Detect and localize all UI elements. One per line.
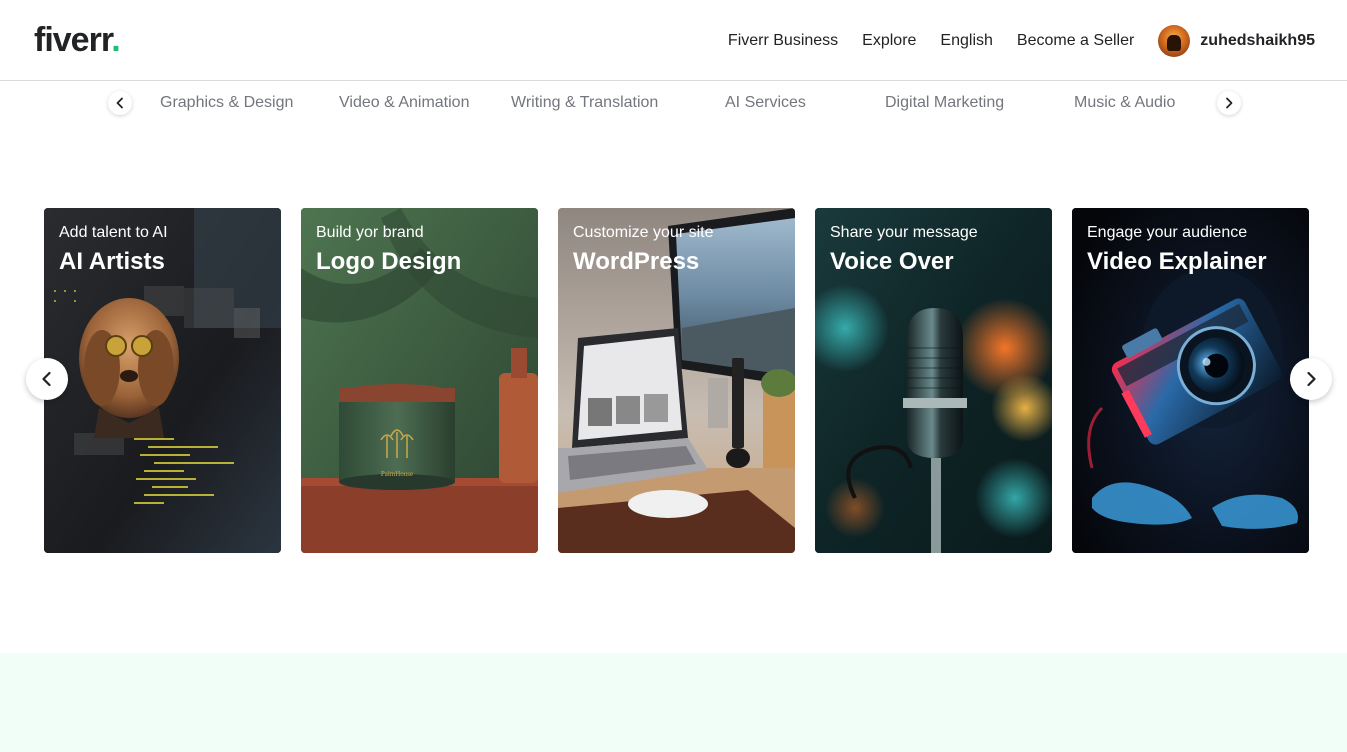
card-subtitle: Build yor brand [316, 224, 424, 241]
service-card-wordpress[interactable]: Customize your site WordPress [558, 208, 795, 553]
card-title: Logo Design [316, 248, 462, 275]
svg-text:PalmHouse: PalmHouse [381, 470, 413, 478]
card-title: Video Explainer [1087, 248, 1267, 275]
category-next-button[interactable] [1217, 91, 1241, 115]
username: zuhedshaikh95 [1200, 32, 1315, 49]
chevron-left-icon [42, 371, 51, 387]
top-header: fiverr. Fiverr Business Explore English … [0, 0, 1347, 81]
category-digital-marketing[interactable]: Digital Marketing [885, 93, 1004, 113]
next-section-band [0, 653, 1347, 752]
card-subtitle: Customize your site [573, 224, 714, 241]
nav-become-seller[interactable]: Become a Seller [1017, 32, 1134, 50]
category-video-animation[interactable]: Video & Animation [339, 93, 469, 113]
nav-fiverr-business[interactable]: Fiverr Business [728, 32, 838, 50]
nav-explore[interactable]: Explore [862, 32, 916, 50]
category-music-audio[interactable]: Music & Audio [1074, 93, 1175, 113]
card-subtitle: Engage your audience [1087, 224, 1248, 241]
logo-dot: . [111, 21, 121, 59]
carousel-next-button[interactable] [1290, 358, 1332, 400]
popular-services-carousel: Add talent to AI AI Artists PalmHouse Bu… [0, 208, 1347, 553]
top-nav: Fiverr Business Explore English Become a… [728, 24, 1315, 58]
category-bar: Graphics & Design Video & Animation Writ… [0, 82, 1347, 124]
category-writing-translation[interactable]: Writing & Translation [511, 93, 658, 113]
service-card-ai-artists[interactable]: Add talent to AI AI Artists [44, 208, 281, 553]
service-card-video-explainer[interactable]: Engage your audience Video Explainer [1072, 208, 1309, 553]
fiverr-logo[interactable]: fiverr. [34, 20, 121, 60]
card-subtitle: Share your message [830, 224, 978, 241]
logo-text: fiverr [34, 21, 112, 59]
card-subtitle: Add talent to AI [59, 224, 168, 241]
chevron-right-icon [1307, 371, 1316, 387]
chevron-right-icon [1226, 97, 1233, 109]
avatar[interactable] [1158, 25, 1191, 57]
category-ai-services[interactable]: AI Services [725, 93, 806, 113]
card-title: WordPress [573, 248, 700, 275]
service-card-voice-over[interactable]: Share your message Voice Over [815, 208, 1052, 553]
category-prev-button[interactable] [108, 91, 132, 115]
profile-menu[interactable]: zuhedshaikh95 [1158, 25, 1315, 57]
card-title: Voice Over [830, 248, 954, 275]
card-title: AI Artists [59, 248, 165, 275]
category-graphics-design[interactable]: Graphics & Design [160, 93, 293, 113]
chevron-left-icon [116, 97, 123, 109]
service-card-logo-design[interactable]: PalmHouse Build yor brand Logo Design [301, 208, 538, 553]
nav-language[interactable]: English [940, 32, 992, 50]
carousel-prev-button[interactable] [26, 358, 68, 400]
